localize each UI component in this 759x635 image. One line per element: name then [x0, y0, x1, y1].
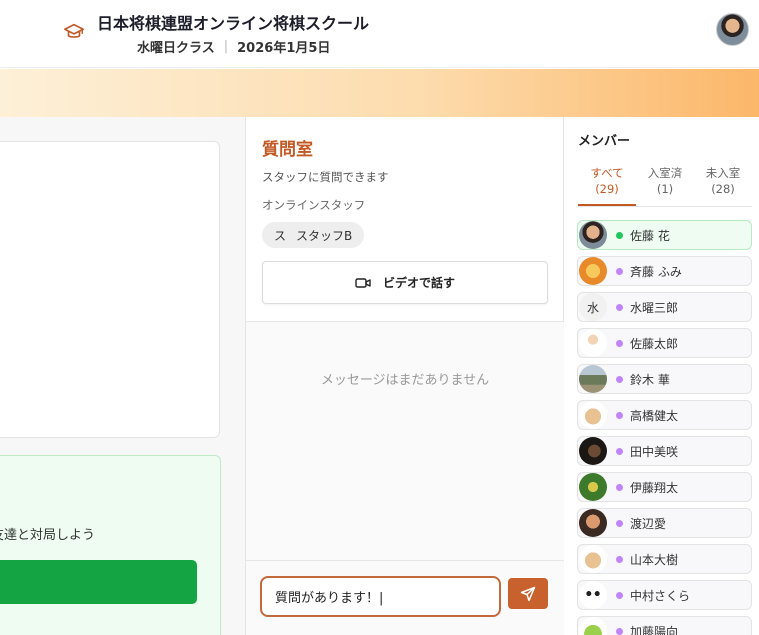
- member-avatar: [579, 401, 607, 429]
- status-dot: [616, 447, 623, 455]
- match-button[interactable]: [0, 560, 197, 604]
- video-call-label: ビデオで話す: [382, 276, 455, 290]
- status-dot: [616, 555, 623, 563]
- graduation-cap-icon: [64, 23, 84, 38]
- separator: |: [223, 39, 229, 54]
- member-avatar: [579, 617, 607, 635]
- member-name: 田中美咲: [630, 444, 679, 459]
- status-dot: [616, 483, 623, 491]
- status-dot: [616, 591, 623, 599]
- member-item[interactable]: 田中美咲: [577, 436, 752, 466]
- members-panel: メンバー すべて (29) 入室済 (1) 未入室 (28) 佐藤 花斉藤 ふみ…: [564, 117, 759, 635]
- member-name: 山本大樹: [630, 552, 679, 567]
- status-dot: [616, 411, 623, 419]
- member-item[interactable]: 中村さくら: [577, 580, 752, 610]
- tab-count: (29): [595, 182, 619, 196]
- gradient-banner: [0, 69, 759, 117]
- tab-count: (1): [656, 182, 674, 196]
- app-header: 日本将棋連盟オンライン将棋スクール 水曜日クラス | 2026年1月5日: [0, 0, 759, 68]
- room-description: スタッフに質問できます: [262, 170, 389, 184]
- message-area: [246, 322, 564, 560]
- member-item[interactable]: 佐藤 花: [577, 220, 752, 250]
- status-dot: [616, 375, 623, 383]
- member-tabs: すべて (29) 入室済 (1) 未入室 (28): [578, 165, 752, 207]
- member-avatar: [579, 365, 607, 393]
- status-dot: [616, 339, 623, 347]
- status-dot: [616, 267, 623, 275]
- class-date: 2026年1月5日: [237, 41, 331, 56]
- member-list: 佐藤 花斉藤 ふみ水 水曜三郎佐藤太郎鈴木 華高橋健太田中美咲伊藤翔太渡辺愛山本大…: [577, 220, 752, 635]
- tab-entered[interactable]: 入室済 (1): [636, 165, 694, 206]
- member-name: 加藤陽向: [630, 624, 679, 635]
- member-avatar: [579, 221, 607, 249]
- video-call-button[interactable]: ビデオで話す: [262, 261, 548, 304]
- member-name: 鈴木 華: [630, 372, 670, 387]
- member-name: 佐藤太郎: [630, 336, 679, 351]
- match-card: 友達と対局しよう: [0, 455, 221, 635]
- status-dot: [616, 627, 623, 635]
- tab-label: 未入室: [705, 166, 741, 180]
- online-staff-label: オンラインスタッフ: [262, 198, 366, 212]
- left-panel: 友達と対局しよう: [0, 117, 246, 635]
- member-avatar: [579, 581, 607, 609]
- room-title: 質問室: [262, 140, 313, 160]
- class-info: 水曜日クラス | 2026年1月5日: [137, 37, 330, 56]
- member-name: 佐藤 花: [630, 228, 670, 243]
- member-name: 中村さくら: [630, 588, 691, 603]
- status-dot: [616, 519, 623, 527]
- user-avatar[interactable]: [716, 13, 749, 46]
- status-dot: [616, 231, 623, 239]
- member-item[interactable]: 加藤陽向: [577, 616, 752, 635]
- member-item[interactable]: 鈴木 華: [577, 364, 752, 394]
- app-title: 日本将棋連盟オンライン将棋スクール: [97, 14, 370, 33]
- question-room-panel: 質問室 スタッフに質問できます オンラインスタッフ ス スタッフB ビデオで話す…: [246, 117, 564, 635]
- member-avatar: [579, 329, 607, 357]
- tab-count: (28): [711, 182, 735, 196]
- status-dot: [616, 303, 623, 311]
- message-input[interactable]: [260, 576, 501, 617]
- members-title: メンバー: [578, 134, 631, 149]
- member-name: 伊藤翔太: [630, 480, 679, 495]
- board-card: [0, 141, 220, 438]
- member-avatar: 水: [579, 293, 607, 321]
- member-item[interactable]: 佐藤太郎: [577, 328, 752, 358]
- member-name: 水曜三郎: [630, 300, 679, 315]
- tab-label: 入室済: [647, 166, 683, 180]
- member-name: 渡辺愛: [630, 516, 667, 531]
- tab-not-entered[interactable]: 未入室 (28): [694, 165, 752, 206]
- member-avatar: [579, 437, 607, 465]
- staff-chip[interactable]: ス スタッフB: [262, 222, 365, 248]
- member-item[interactable]: 山本大樹: [577, 544, 752, 574]
- empty-message: メッセージはまだありません: [320, 373, 490, 388]
- member-item[interactable]: 渡辺愛: [577, 508, 752, 538]
- send-icon: [520, 586, 536, 601]
- tab-label: すべて: [590, 166, 624, 180]
- member-avatar: [579, 509, 607, 537]
- member-avatar: [579, 257, 607, 285]
- member-name: 高橋健太: [630, 408, 679, 423]
- member-name: 斉藤 ふみ: [630, 264, 682, 279]
- send-button[interactable]: [508, 578, 548, 609]
- member-item[interactable]: 斉藤 ふみ: [577, 256, 752, 286]
- member-item[interactable]: 水 水曜三郎: [577, 292, 752, 322]
- member-item[interactable]: 伊藤翔太: [577, 472, 752, 502]
- staff-initial: ス: [274, 228, 287, 243]
- class-name: 水曜日クラス: [137, 41, 215, 56]
- tab-all[interactable]: すべて (29): [578, 165, 636, 206]
- video-camera-icon: [355, 277, 371, 288]
- staff-name: スタッフB: [296, 228, 353, 243]
- member-item[interactable]: 高橋健太: [577, 400, 752, 430]
- member-avatar: [579, 545, 607, 573]
- member-avatar: [579, 473, 607, 501]
- match-text: 友達と対局しよう: [0, 528, 96, 543]
